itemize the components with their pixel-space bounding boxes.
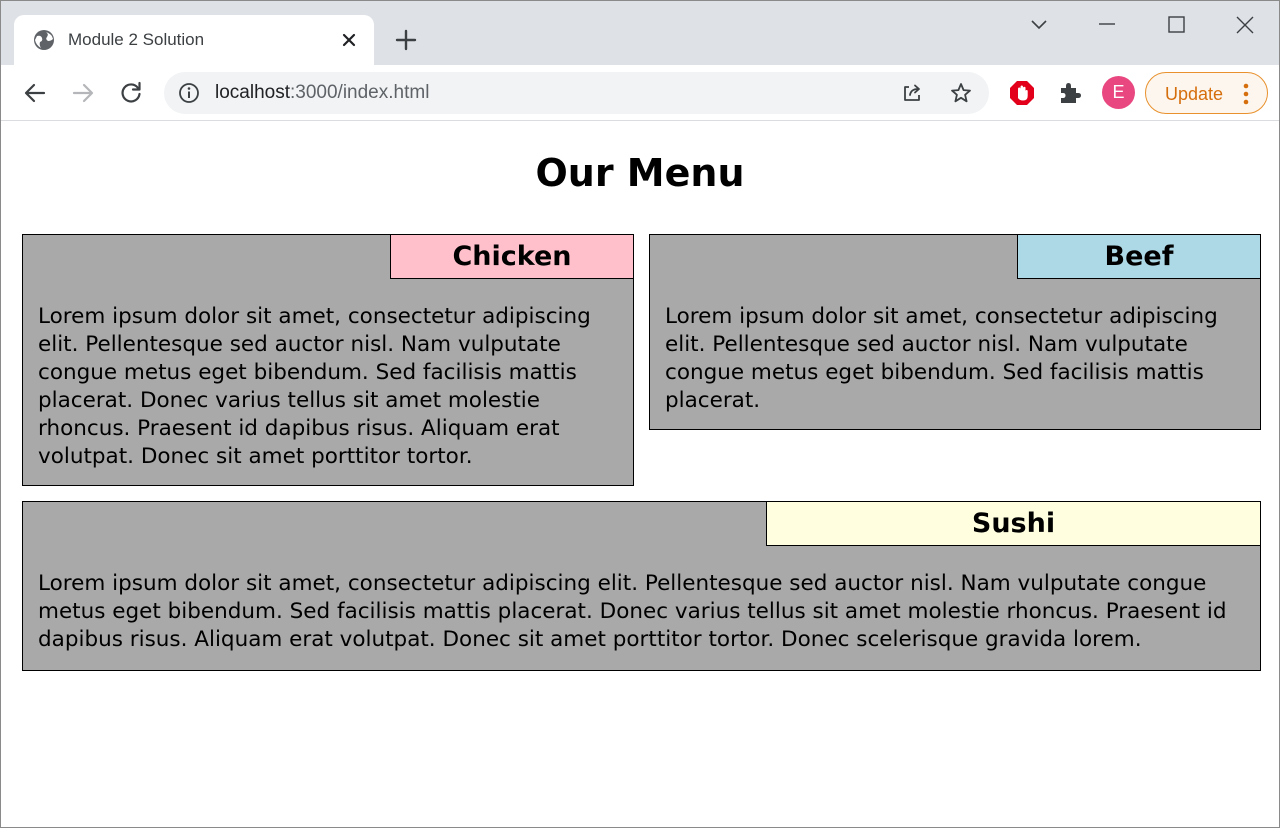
tab-search-icon[interactable] — [1027, 13, 1051, 37]
update-label: Update — [1165, 84, 1224, 104]
menu-card-beef: Beef Lorem ipsum dolor sit amet, consect… — [649, 234, 1261, 430]
globe-icon — [34, 30, 54, 50]
card-text-beef: Lorem ipsum dolor sit amet, consectetur … — [665, 304, 1218, 413]
card-text-chicken: Lorem ipsum dolor sit amet, consectetur … — [38, 304, 591, 469]
url-path: :3000/index.html — [290, 82, 430, 103]
close-tab-icon[interactable] — [338, 29, 360, 51]
back-arrow-icon[interactable] — [21, 79, 49, 107]
page-title: Our Menu — [535, 151, 745, 195]
card-text-sushi: Lorem ipsum dolor sit amet, consectetur … — [38, 571, 1227, 652]
kebab-menu-icon[interactable] — [1241, 82, 1251, 106]
extensions-puzzle-icon[interactable] — [1056, 79, 1084, 107]
url-text[interactable]: localhost:3000/index.html — [215, 81, 429, 105]
browser-toolbar: localhost:3000/index.html E Update — [1, 65, 1279, 121]
browser-window: Module 2 Solution localhost:3000/index.h… — [0, 0, 1280, 828]
share-icon[interactable] — [900, 81, 924, 105]
update-button[interactable]: Update — [1145, 72, 1268, 114]
reload-icon[interactable] — [117, 79, 145, 107]
forward-arrow-icon[interactable] — [69, 79, 97, 107]
new-tab-plus-icon[interactable] — [393, 27, 419, 53]
card-label-sushi: Sushi — [766, 501, 1261, 546]
page-content: Our Menu Chicken Lorem ipsum dolor sit a… — [1, 122, 1279, 827]
star-icon[interactable] — [949, 81, 973, 105]
adblock-icon[interactable] — [1008, 79, 1036, 107]
close-window-icon[interactable] — [1233, 13, 1257, 37]
maximize-icon[interactable] — [1164, 13, 1188, 37]
tab-strip: Module 2 Solution — [1, 1, 1279, 65]
address-bar[interactable]: localhost:3000/index.html — [164, 72, 989, 114]
tab-module-2-solution[interactable]: Module 2 Solution — [14, 15, 374, 65]
profile-avatar[interactable]: E — [1102, 76, 1135, 109]
menu-card-chicken: Chicken Lorem ipsum dolor sit amet, cons… — [22, 234, 634, 486]
url-host: localhost — [215, 82, 290, 103]
tab-title: Module 2 Solution — [68, 30, 205, 49]
menu-card-sushi: Sushi Lorem ipsum dolor sit amet, consec… — [22, 501, 1261, 671]
minimize-icon[interactable] — [1095, 13, 1119, 37]
info-icon[interactable] — [178, 82, 200, 104]
card-label-chicken: Chicken — [390, 234, 634, 279]
card-label-beef: Beef — [1017, 234, 1261, 279]
